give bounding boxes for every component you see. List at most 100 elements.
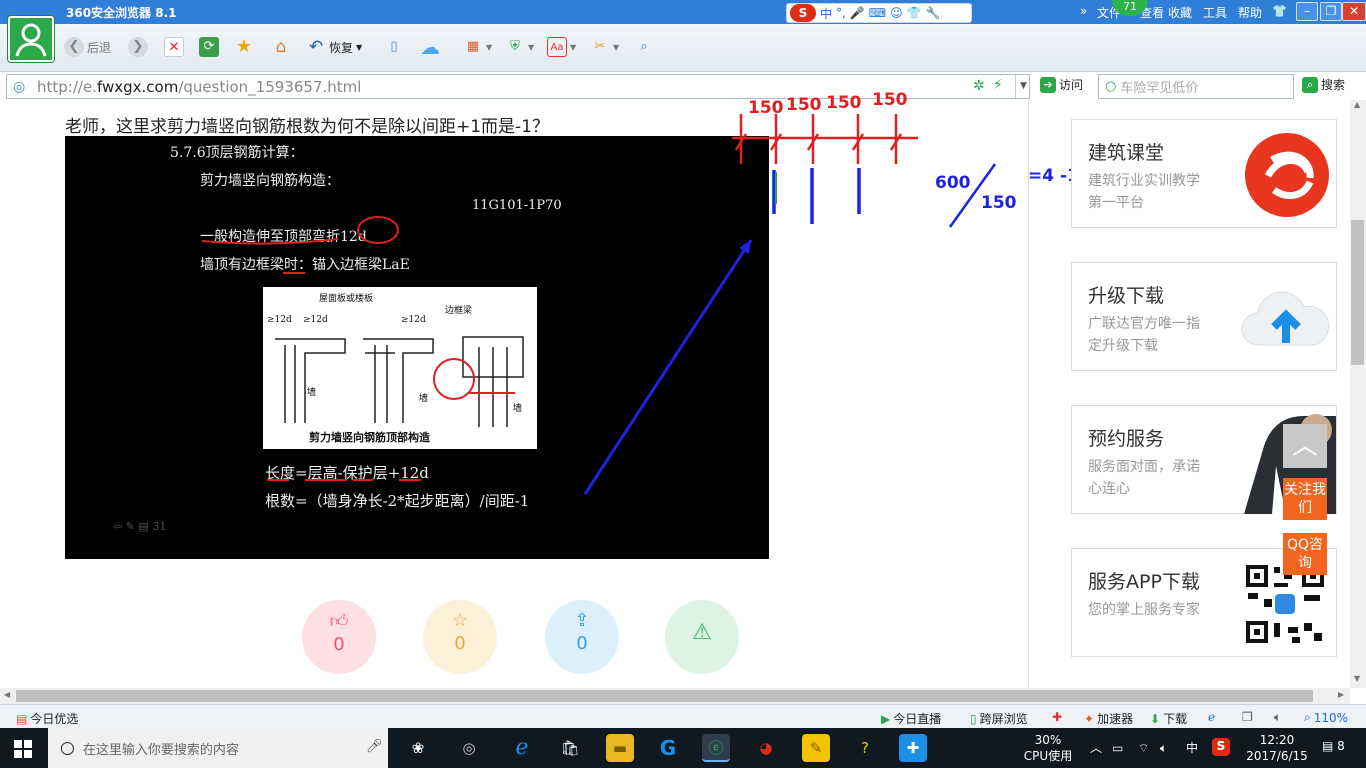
refresh-button[interactable]: ⟳: [199, 36, 219, 58]
skin-icon[interactable]: 👕: [1272, 4, 1287, 18]
share-button[interactable]: ⇪ 0: [545, 600, 619, 674]
nav-arrows-icon[interactable]: »: [1080, 4, 1087, 18]
back-to-top-button[interactable]: ︿: [1283, 424, 1327, 468]
sidebar-card-upgrade[interactable]: 升级下载 广联达官方唯一指定升级下载: [1071, 262, 1337, 371]
maximize-button[interactable]: ❐: [1320, 2, 1342, 21]
download-icon: ⬇: [1150, 711, 1161, 726]
glodon-app-icon[interactable]: G: [654, 734, 682, 762]
help-app-icon[interactable]: ?: [851, 734, 879, 762]
qq-consult-button[interactable]: QQ咨询: [1283, 533, 1327, 575]
action-center-icon[interactable]: ▤ 8: [1322, 738, 1345, 754]
share-count: 0: [576, 633, 588, 654]
show-hidden-icons-icon[interactable]: ︿: [1090, 740, 1102, 756]
back-button[interactable]: ❮ 后退: [64, 36, 111, 58]
vertical-scroll-thumb[interactable]: [1351, 220, 1364, 365]
cortana-icon: ○: [60, 738, 75, 758]
apps-button[interactable]: ▦ ▼: [463, 36, 492, 58]
task-view-icon[interactable]: ❀: [404, 734, 432, 762]
windows-start-icon[interactable]: [14, 740, 32, 761]
restore-button[interactable]: ↶ 恢复 ▼: [306, 36, 362, 58]
favorite-button[interactable]: ★: [234, 36, 254, 58]
report-button[interactable]: ⚠: [665, 600, 739, 674]
sogou-logo-icon[interactable]: S: [790, 4, 816, 22]
user-icon[interactable]: ☺: [890, 6, 903, 20]
cpu-percent: 30%: [1034, 733, 1062, 747]
spacing-label-4: 150: [872, 90, 908, 110]
like-button[interactable]: 👍︎ 0: [302, 600, 376, 674]
home-button[interactable]: ⌂: [271, 36, 291, 58]
store-icon[interactable]: 🛍︎: [556, 734, 584, 762]
stop-button[interactable]: ✕: [164, 36, 184, 58]
ime-punct[interactable]: °,: [836, 6, 846, 20]
cpu-usage[interactable]: 30% CPU使用: [1022, 732, 1074, 764]
zoom-level[interactable]: ⌕ 110%: [1304, 710, 1348, 725]
network-icon[interactable]: ⌔: [1138, 740, 1149, 756]
keyboard-icon[interactable]: ⌨: [869, 6, 886, 20]
microphone-icon[interactable]: 🎤: [850, 6, 865, 20]
phone-button[interactable]: ▯: [384, 36, 404, 58]
fraction-denominator: 150: [981, 193, 1017, 213]
accelerator[interactable]: ✦ 加速器: [1084, 710, 1133, 727]
scroll-left-arrow-icon[interactable]: ◀: [4, 690, 10, 699]
ime-indicator[interactable]: 中: [1186, 740, 1198, 756]
user-avatar-icon: [15, 23, 47, 57]
edge-browser-icon[interactable]: ℯ: [508, 734, 536, 762]
sidebar-card-course[interactable]: 建筑课堂 建筑行业实训教学第一平台: [1071, 119, 1337, 228]
translate-button[interactable]: Aa ▼: [547, 36, 576, 58]
security-status-icon[interactable]: ✚: [1052, 710, 1062, 724]
menu-help[interactable]: 帮助: [1238, 4, 1262, 21]
scroll-down-arrow-icon[interactable]: ▼: [1354, 674, 1360, 683]
question-image[interactable]: 5.7.6顶层钢筋计算： 剪力墙竖向钢筋构造： 11G101-1P70 一般构造…: [65, 136, 769, 559]
ie-mode-icon[interactable]: ℯ: [1208, 710, 1215, 724]
daily-live[interactable]: ▶ 今日直播: [881, 710, 941, 727]
close-button[interactable]: ✕: [1342, 2, 1366, 21]
find-button[interactable]: ⌕: [634, 36, 654, 58]
search-button[interactable]: ⌕ 搜索: [1302, 76, 1345, 93]
battery-icon[interactable]: ▭: [1112, 740, 1123, 756]
spacing-label-1: 150: [748, 98, 784, 118]
close-page-icon: ✕: [164, 37, 184, 57]
forward-button[interactable]: ❯: [128, 36, 148, 58]
sogou-tray-icon[interactable]: S: [1212, 738, 1230, 756]
menu-tools[interactable]: 工具: [1203, 4, 1227, 21]
screenshot-button[interactable]: ✂ ▼: [590, 36, 620, 58]
taskbar-search-input[interactable]: ○ 在这里输入你要搜索的内容 🎤︎: [48, 728, 388, 768]
clock[interactable]: 12:20 2017/6/15: [1242, 732, 1312, 764]
browser-360-icon[interactable]: ⓔ: [702, 734, 730, 762]
search-input[interactable]: ○ 车险罕见低价: [1098, 74, 1294, 99]
security-button[interactable]: ⛨ ▼: [505, 36, 534, 58]
horizontal-scroll-thumb[interactable]: [16, 690, 1313, 702]
file-explorer-icon[interactable]: ▬: [606, 734, 634, 762]
ime-toolbar[interactable]: S 中 °, 🎤 ⌨ ☺ 👕 🔧: [786, 3, 972, 23]
notes-app-icon[interactable]: ✎: [802, 734, 830, 762]
minimize-button[interactable]: –: [1296, 2, 1318, 21]
window-icon[interactable]: ❐: [1242, 710, 1253, 724]
star-outline-icon: ☆: [451, 610, 469, 631]
url-text[interactable]: http://e.fwxgx.com/question_1593657.html: [37, 78, 361, 96]
magnet-app-icon[interactable]: ◕: [752, 734, 780, 762]
wrench-icon[interactable]: 🔧: [926, 6, 941, 20]
speaker-icon[interactable]: 🔈︎: [1160, 740, 1167, 756]
menu-favorites[interactable]: 收藏: [1168, 4, 1192, 21]
daily-picks[interactable]: ▤ 今日优选: [16, 710, 78, 727]
avatar[interactable]: [8, 16, 54, 62]
volume-icon[interactable]: 🔈︎: [1274, 710, 1281, 725]
scroll-up-arrow-icon[interactable]: ▲: [1354, 100, 1360, 109]
app-360-assistant-icon[interactable]: ◎: [455, 734, 483, 762]
downloads[interactable]: ⬇ 下载: [1150, 710, 1187, 727]
remote-app-icon[interactable]: ✚: [899, 734, 927, 762]
scroll-right-arrow-icon[interactable]: ▶: [1338, 690, 1344, 699]
cloud-button[interactable]: ☁: [416, 36, 444, 58]
ime-mode[interactable]: 中: [820, 5, 832, 22]
vertical-scrollbar[interactable]: [1350, 100, 1366, 688]
refresh-icon: ⟳: [199, 37, 219, 57]
forward-arrow-icon: ❯: [128, 37, 148, 57]
follow-us-button[interactable]: 关注我们: [1283, 478, 1327, 520]
shirt-icon[interactable]: 👕: [907, 6, 922, 20]
favorite-answer-button[interactable]: ☆ 0: [423, 600, 497, 674]
cross-screen[interactable]: ▯ 跨屏浏览: [970, 710, 1028, 727]
question-text: 老师，这里求剪力墙竖向钢筋根数为何不是除以间距+1而是-1？: [65, 117, 550, 137]
play-icon: ▶: [881, 711, 891, 726]
card-title: 预约服务: [1088, 428, 1165, 450]
microphone-icon[interactable]: 🎤︎: [366, 739, 383, 754]
